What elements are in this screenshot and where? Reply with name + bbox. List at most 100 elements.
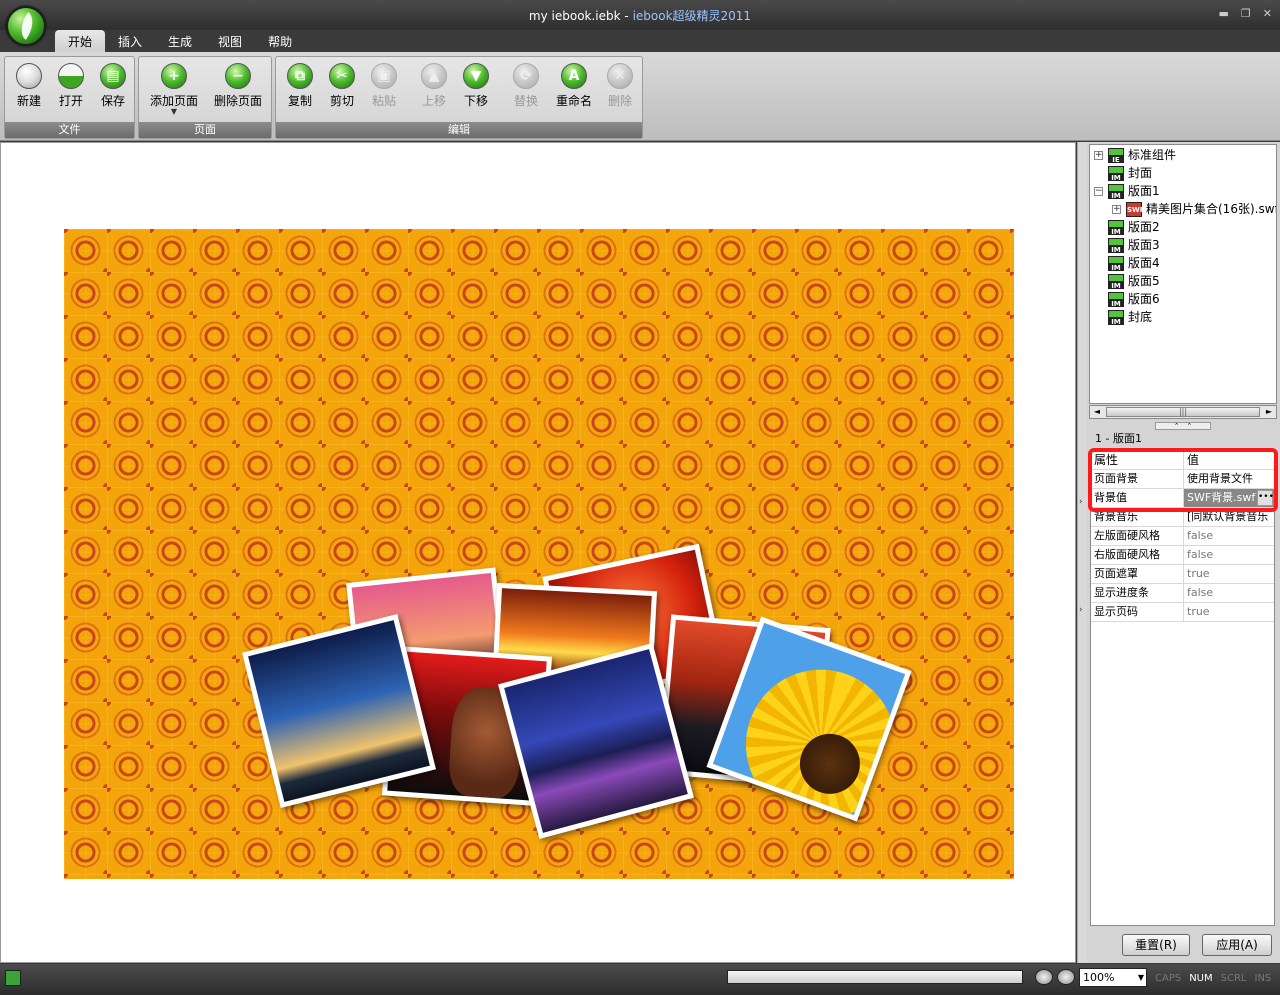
window-title: my iebook.iebk - iebook超级精灵2011 bbox=[0, 7, 1280, 24]
cut-button[interactable]: ✂ 剪切 bbox=[318, 59, 366, 109]
replace-button[interactable]: ⟳ 替换 bbox=[502, 59, 550, 109]
add-page-button[interactable]: + 添加页面 ▼ bbox=[139, 59, 209, 116]
ribbon: 新建 打开 ▤ 保存 文件 + 添加页面 ▼ − 删除页面 页面 ⧉ 复制 ✂ 剪切 ▣ 粘贴… bbox=[0, 52, 1280, 141]
reset-button[interactable]: 重置(R) bbox=[1122, 934, 1190, 956]
tree-label: 版面2 bbox=[1128, 220, 1160, 234]
minus-icon: − bbox=[225, 63, 251, 89]
panel-collapse-handle[interactable]: › › bbox=[1077, 142, 1087, 963]
tree-item-page4[interactable]: IM 版面4 bbox=[1108, 254, 1160, 272]
tab-help[interactable]: 帮助 bbox=[255, 30, 305, 52]
edit-group-label: 编辑 bbox=[276, 122, 642, 138]
tree-label: 版面1 bbox=[1128, 184, 1160, 198]
page-icon: IM bbox=[1108, 255, 1124, 272]
tree-item-cover[interactable]: IM 封面 bbox=[1108, 164, 1152, 182]
tree-item-page1[interactable]: IM 版面1 bbox=[1108, 182, 1160, 200]
tab-view[interactable]: 视图 bbox=[205, 30, 255, 52]
rename-button[interactable]: A 重命名 bbox=[548, 59, 600, 109]
property-value[interactable]: false bbox=[1184, 584, 1274, 602]
tab-start[interactable]: 开始 bbox=[55, 30, 106, 52]
property-row[interactable]: 显示进度条 false bbox=[1091, 584, 1274, 603]
window-title-file: my iebook.iebk - bbox=[528, 9, 633, 23]
tree-item-page5[interactable]: IM 版面5 bbox=[1108, 272, 1160, 290]
remove-button[interactable]: ✕ 删除 bbox=[596, 59, 644, 109]
arrow-down-icon: ▼ bbox=[463, 63, 489, 89]
page-icon: IM bbox=[1108, 309, 1124, 326]
tree-item-standard-components[interactable]: IE 标准组件 bbox=[1108, 146, 1176, 164]
tree-label: 封面 bbox=[1128, 166, 1153, 180]
copy-button[interactable]: ⧉ 复制 bbox=[276, 59, 324, 109]
ie-icon: IE bbox=[1108, 147, 1124, 164]
property-header-value: 值 bbox=[1187, 453, 1200, 467]
save-button[interactable]: ▤ 保存 bbox=[89, 59, 137, 109]
tree-item-page3[interactable]: IM 版面3 bbox=[1108, 236, 1160, 254]
restore-icon[interactable]: ❐ bbox=[1241, 7, 1251, 20]
open-button[interactable]: 打开 bbox=[47, 59, 95, 109]
tab-generate[interactable]: 生成 bbox=[155, 30, 205, 52]
close-icon[interactable]: ✕ bbox=[1263, 7, 1272, 20]
scroll-left-icon[interactable]: ◄ bbox=[1090, 406, 1104, 418]
page-background[interactable] bbox=[64, 229, 1014, 879]
property-row[interactable]: 左版面硬风格 false bbox=[1091, 527, 1274, 546]
property-header: 属性 值 bbox=[1091, 451, 1274, 470]
delete-page-button[interactable]: − 删除页面 bbox=[203, 59, 273, 109]
property-row[interactable]: 页面遮罩 true bbox=[1091, 565, 1274, 584]
page-icon: IM bbox=[1108, 219, 1124, 236]
property-value[interactable]: 使用背景文件 bbox=[1184, 470, 1274, 488]
zoom-select[interactable]: 100% ▼ bbox=[1079, 968, 1147, 987]
tab-insert[interactable]: 插入 bbox=[105, 30, 155, 52]
property-value[interactable]: false bbox=[1184, 546, 1274, 564]
window-controls: ▬ ❐ ✕ bbox=[1219, 7, 1273, 20]
tree-scrollbar[interactable]: ◄ ||| ► bbox=[1089, 405, 1277, 419]
move-down-button[interactable]: ▼ 下移 bbox=[452, 59, 500, 109]
property-value[interactable]: false bbox=[1184, 527, 1274, 545]
title-bar: my iebook.iebk - iebook超级精灵2011 ▬ ❐ ✕ bbox=[0, 0, 1280, 30]
apply-button[interactable]: 应用(A) bbox=[1202, 934, 1272, 956]
scrollbar-thumb[interactable]: ||| bbox=[1106, 407, 1260, 417]
scroll-right-icon[interactable]: ► bbox=[1262, 406, 1276, 418]
property-row[interactable]: 页面背景 使用背景文件 bbox=[1091, 470, 1274, 489]
zoom-in-icon[interactable] bbox=[1057, 969, 1075, 985]
collapse-icon[interactable]: − bbox=[1094, 187, 1103, 196]
zoom-out-icon[interactable] bbox=[1035, 969, 1053, 985]
property-row[interactable]: 背景音乐 [同默认背景音乐 bbox=[1091, 508, 1274, 527]
page-canvas[interactable] bbox=[0, 142, 1076, 963]
window-title-app: iebook超级精灵2011 bbox=[632, 9, 752, 23]
chevron-right-icon[interactable]: › bbox=[1079, 497, 1083, 507]
property-value-selected[interactable]: SWF背景.swf ••• bbox=[1184, 489, 1274, 507]
remove-label: 删除 bbox=[607, 94, 632, 108]
ribbon-tabs: 开始 插入 生成 视图 帮助 bbox=[55, 30, 305, 52]
property-row[interactable]: 背景值 SWF背景.swf ••• bbox=[1091, 489, 1274, 508]
new-button[interactable]: 新建 bbox=[5, 59, 53, 109]
swf-icon: SWF bbox=[1126, 201, 1145, 217]
minimize-icon[interactable]: ▬ bbox=[1219, 7, 1229, 20]
property-row[interactable]: 右版面硬风格 false bbox=[1091, 546, 1274, 565]
property-value[interactable]: true bbox=[1184, 603, 1274, 621]
tree-item-swf[interactable]: SWF 精美图片集合(16张).swf bbox=[1126, 200, 1276, 218]
panel-splitter[interactable]: ⌃ ⌃ bbox=[1155, 422, 1211, 430]
move-up-button[interactable]: ▲ 上移 bbox=[410, 59, 458, 109]
plus-icon: + bbox=[161, 63, 187, 89]
tree-label: 版面3 bbox=[1128, 238, 1160, 252]
delete-page-label: 删除页面 bbox=[213, 94, 262, 108]
num-indicator: NUM bbox=[1189, 973, 1213, 984]
chevron-right-icon[interactable]: › bbox=[1079, 605, 1083, 615]
tree-item-back-cover[interactable]: IM 封底 bbox=[1108, 308, 1152, 326]
paste-button[interactable]: ▣ 粘贴 bbox=[360, 59, 408, 109]
page-group: + 添加页面 ▼ − 删除页面 页面 bbox=[138, 56, 272, 139]
tree-item-page6[interactable]: IM 版面6 bbox=[1108, 290, 1160, 308]
property-key: 显示页码 bbox=[1091, 603, 1184, 621]
move-up-label: 上移 bbox=[421, 94, 446, 108]
background-value-text: SWF背景.swf bbox=[1187, 491, 1256, 504]
property-value[interactable]: [同默认背景音乐 bbox=[1184, 508, 1274, 526]
expand-icon[interactable]: + bbox=[1094, 151, 1103, 160]
tree-item-page2[interactable]: IM 版面2 bbox=[1108, 218, 1160, 236]
copy-label: 复制 bbox=[287, 94, 312, 108]
property-value[interactable]: true bbox=[1184, 565, 1274, 583]
expand-icon[interactable]: + bbox=[1112, 205, 1121, 214]
rename-label: 重命名 bbox=[555, 94, 592, 108]
move-down-label: 下移 bbox=[463, 94, 488, 108]
open-icon bbox=[58, 63, 84, 89]
property-row[interactable]: 显示页码 true bbox=[1091, 603, 1274, 622]
app-menu-orb-icon[interactable] bbox=[6, 6, 46, 46]
browse-ellipsis-button[interactable]: ••• bbox=[1257, 490, 1274, 506]
